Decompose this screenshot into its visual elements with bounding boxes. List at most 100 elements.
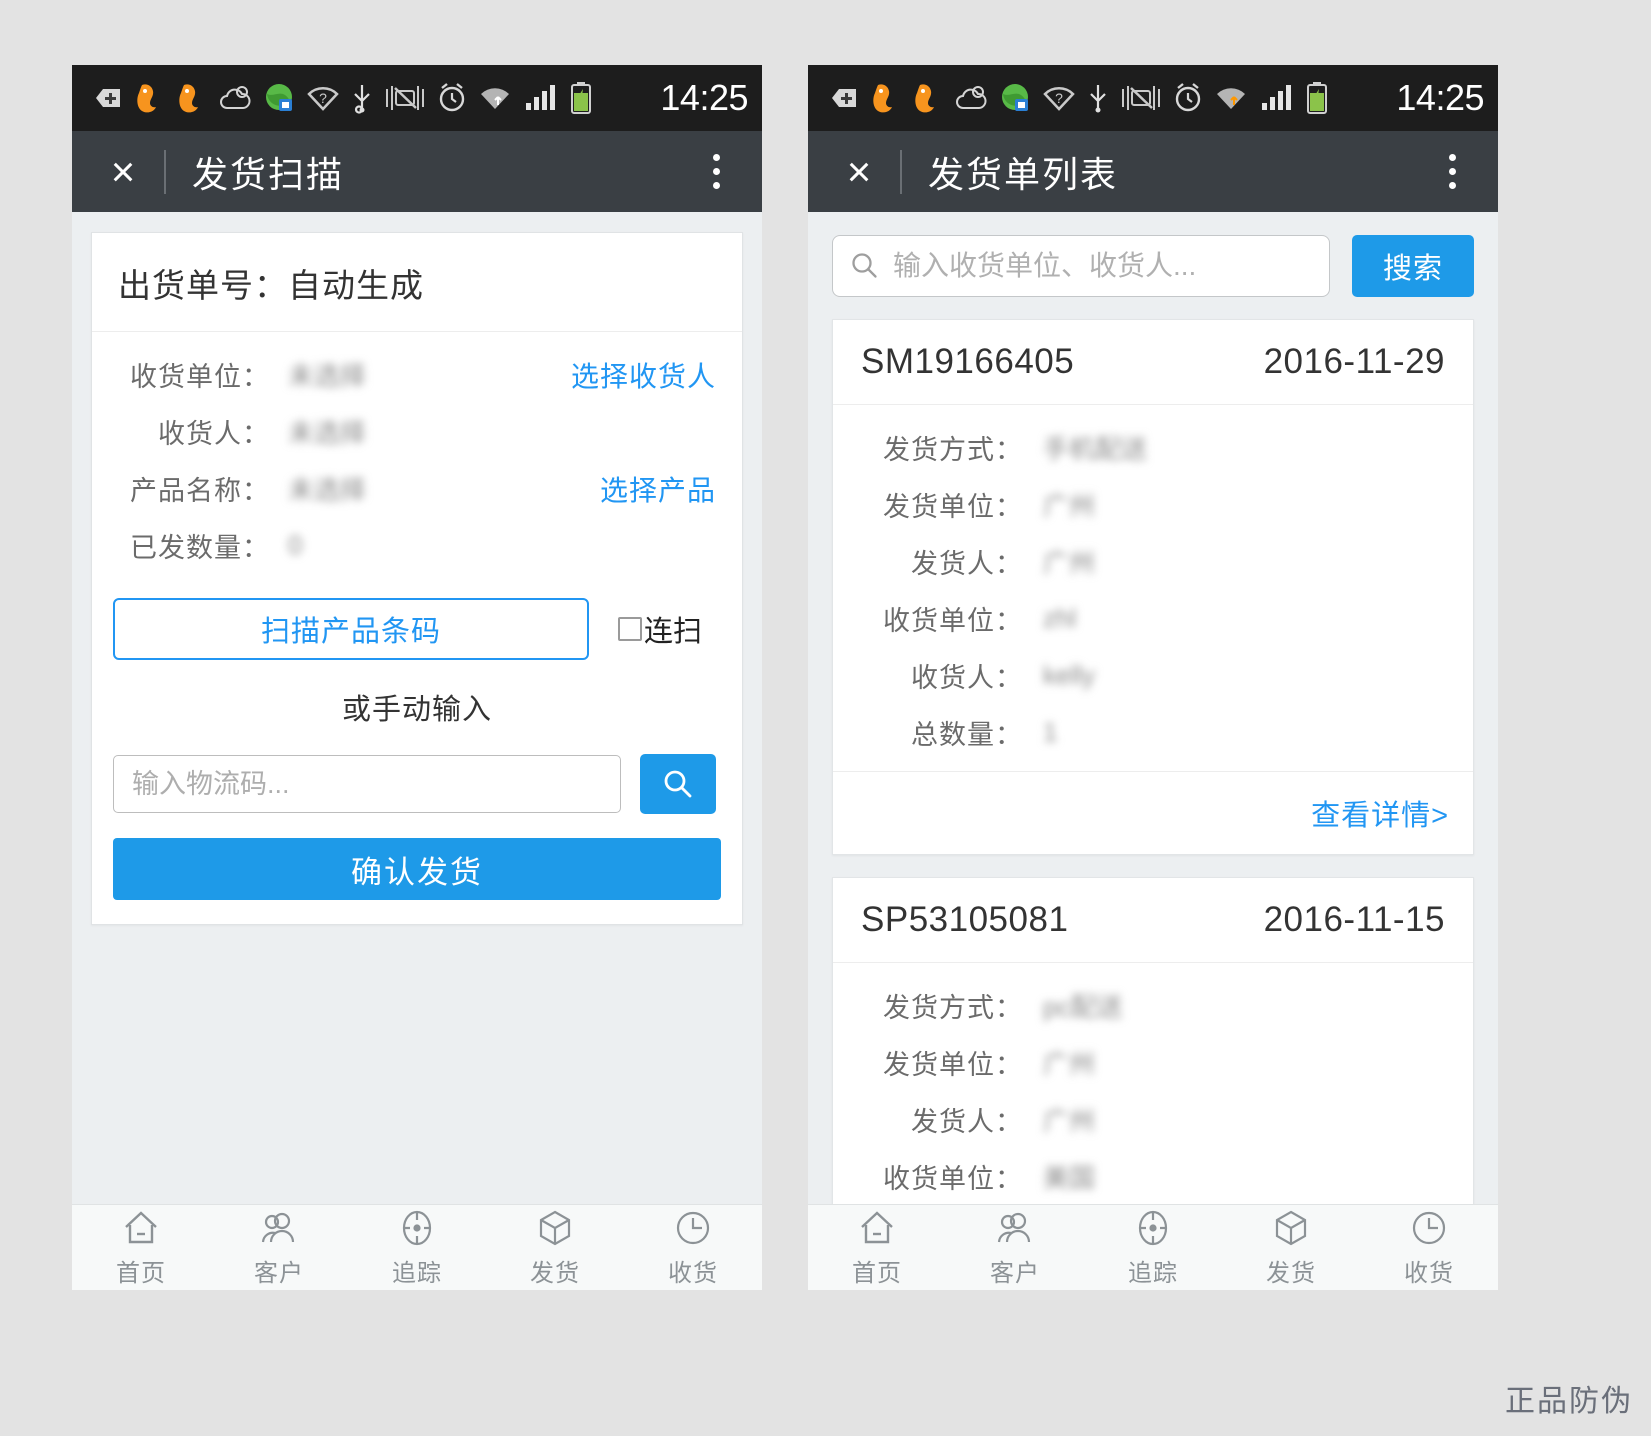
order-card[interactable]: SM19166405 2016-11-29 发货方式： 手机配送 发货单位： 广…	[832, 319, 1474, 855]
order-detail-row: 发货方式： 手机配送	[861, 419, 1445, 476]
status-icons: ?	[92, 81, 645, 115]
view-detail-link[interactable]: 查看详情>	[1311, 800, 1449, 832]
search-submit-button[interactable]: 搜索	[1352, 235, 1474, 297]
field-row-product-name: 产品名称： 未选择 选择产品	[118, 460, 716, 517]
tab-home[interactable]: 首页	[72, 1205, 210, 1290]
clock-icon	[676, 1211, 710, 1244]
order-card-header: SM19166405 2016-11-29	[833, 320, 1473, 405]
detail-label: 发货方式：	[883, 993, 1023, 1023]
order-date: 2016-11-15	[1263, 900, 1445, 939]
svg-text:?: ?	[1055, 90, 1063, 106]
tab-label: 追踪	[1128, 1259, 1178, 1287]
close-icon[interactable]: ×	[100, 150, 146, 193]
search-field-wrapper[interactable]	[832, 235, 1330, 297]
order-search-bar: 搜索	[808, 212, 1498, 297]
checkbox-box[interactable]	[618, 617, 642, 641]
search-icon	[664, 770, 692, 798]
box-icon	[1275, 1210, 1307, 1245]
qq-globe-icon	[266, 84, 292, 111]
tab-home[interactable]: 首页	[808, 1205, 946, 1290]
shipment-no-header: 出货单号：自动生成	[92, 233, 742, 332]
title-divider	[164, 149, 166, 194]
status-clock: 14:25	[1396, 77, 1484, 118]
clock-icon	[1412, 1211, 1446, 1244]
tab-shipping[interactable]: 发货	[1222, 1205, 1360, 1290]
detail-value: 广州	[1043, 1106, 1096, 1136]
shipping-scan-card: 出货单号：自动生成 收货单位： 未选择 选择收货人 收货人： 未选择 产品名称：	[91, 232, 743, 925]
right-page-body: 搜索 SM19166405 2016-11-29 发货方式： 手机配送 发	[808, 212, 1498, 1290]
right-phone-screen: ? 14:25 × 发货单列表 输入收货单位、收货人... 搜索 SM19166…	[808, 65, 1498, 1290]
continuous-scan-checkbox[interactable]: 连扫	[618, 608, 702, 650]
select-product-link[interactable]: 选择产品	[600, 469, 716, 509]
detail-label: 收货单位：	[883, 606, 1023, 636]
users-icon	[261, 1212, 295, 1242]
status-clock: 14:25	[660, 77, 748, 118]
field-value: 0	[288, 530, 303, 560]
detail-label: 收货人：	[911, 663, 1023, 693]
weather-cloud-icon	[220, 86, 251, 109]
tab-label: 客户	[990, 1259, 1040, 1287]
search-icon	[852, 253, 877, 278]
field-row-shipped-qty: 已发数量： 0	[118, 517, 716, 574]
field-row-receiver-unit: 收货单位： 未选择 选择收货人	[118, 346, 716, 403]
alarm-clock-icon	[439, 83, 465, 112]
right-title-bar: × 发货单列表	[808, 131, 1498, 212]
detail-value: zhl	[1043, 603, 1077, 633]
wifi-signal-icon	[1217, 88, 1245, 109]
tab-receiving[interactable]: 收货	[1360, 1205, 1498, 1290]
detail-value: 美国	[1043, 1163, 1096, 1193]
order-detail-row: 总数量： 1	[861, 704, 1445, 761]
title-divider	[900, 149, 902, 194]
detail-value: 广州	[1043, 548, 1096, 578]
detail-label: 发货方式：	[883, 435, 1023, 465]
detail-label: 发货单位：	[883, 1050, 1023, 1080]
order-card-header: SP53105081 2016-11-15	[833, 878, 1473, 963]
order-detail-row: 收货人： kelly	[861, 647, 1445, 704]
order-date: 2016-11-29	[1263, 342, 1445, 381]
order-detail-row: 发货单位： 广州	[861, 1034, 1445, 1091]
wifi-question-icon: ?	[1043, 87, 1075, 111]
target-icon	[1138, 1210, 1168, 1245]
tab-label: 收货	[668, 1259, 718, 1287]
field-value: 未选择	[288, 361, 367, 391]
field-value: 未选择	[288, 475, 367, 505]
right-bottom-tab-bar: 首页 客户 追踪 发货 收货	[808, 1204, 1498, 1290]
overflow-menu-icon[interactable]	[1430, 148, 1474, 196]
order-search-input[interactable]	[893, 250, 1313, 282]
order-detail-row: 发货人： 广州	[861, 533, 1445, 590]
tab-receiving[interactable]: 收货	[624, 1205, 762, 1290]
confirm-shipment-button[interactable]: 确认发货	[113, 838, 721, 900]
scan-barcode-button[interactable]: 扫描产品条码	[113, 598, 589, 660]
field-label: 收货单位：	[130, 362, 270, 392]
order-detail-row: 发货方式： pc配送	[861, 977, 1445, 1034]
or-manual-input-text: 或手动输入	[341, 694, 492, 726]
detail-value: pc配送	[1043, 992, 1123, 1022]
mute-vibrate-icon	[386, 86, 424, 110]
field-row-receiver-person: 收货人： 未选择	[118, 403, 716, 460]
android-status-bar: ? 14:25	[72, 65, 762, 131]
detail-label: 收货单位：	[883, 1164, 1023, 1194]
tab-shipping[interactable]: 发货	[486, 1205, 624, 1290]
screenshot-canvas: ? 14:25 × 发货扫描 出货单号：自动生成 收货单位： 未选择 选择收货人…	[0, 0, 1651, 1436]
tab-customers[interactable]: 客户	[210, 1205, 348, 1290]
tab-customers[interactable]: 客户	[946, 1205, 1084, 1290]
search-button[interactable]	[640, 754, 716, 814]
qq-globe-icon	[1002, 84, 1028, 111]
detail-value: 广州	[1043, 491, 1096, 521]
logistics-code-input[interactable]	[113, 755, 621, 813]
order-detail-row: 发货单位： 广州	[861, 476, 1445, 533]
tab-tracking[interactable]: 追踪	[348, 1205, 486, 1290]
detail-value: 手机配送	[1043, 434, 1148, 464]
overflow-menu-icon[interactable]	[694, 148, 738, 196]
battery-charging-icon	[1307, 82, 1327, 114]
field-label: 收货人：	[158, 419, 270, 449]
close-icon[interactable]: ×	[836, 150, 882, 193]
weather-cloud-icon	[956, 86, 987, 109]
scan-row: 扫描产品条码 连扫	[92, 580, 742, 660]
detail-value: 广州	[1043, 1049, 1096, 1079]
tab-tracking[interactable]: 追踪	[1084, 1205, 1222, 1290]
continuous-scan-label: 连扫	[644, 616, 703, 648]
field-value: 未选择	[288, 418, 367, 448]
select-receiver-link[interactable]: 选择收货人	[571, 355, 716, 395]
left-phone-screen: ? 14:25 × 发货扫描 出货单号：自动生成 收货单位： 未选择 选择收货人…	[72, 65, 762, 1290]
